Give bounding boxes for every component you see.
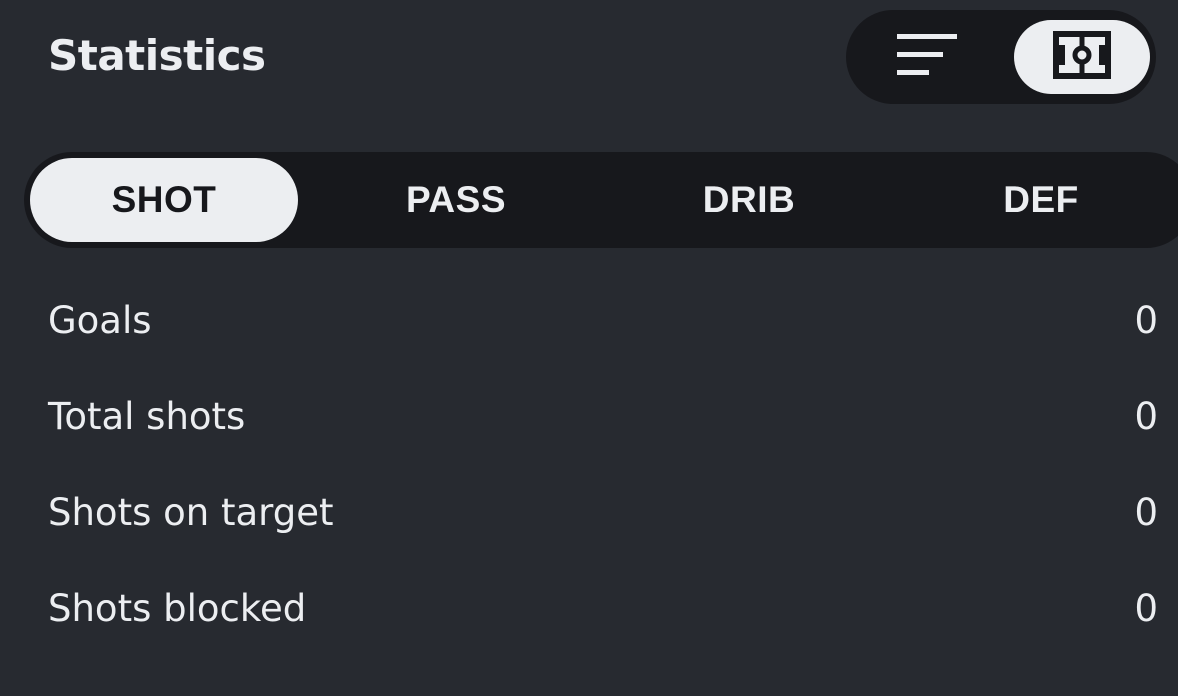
stat-label: Total shots [48, 394, 246, 438]
stat-label: Shots blocked [48, 586, 307, 630]
stat-value: 0 [1134, 298, 1158, 342]
tab-def[interactable]: DEF [907, 158, 1175, 242]
stat-category-tabs: SHOT PASS DRIB DEF [24, 152, 1178, 248]
tab-drib[interactable]: DRIB [615, 158, 883, 242]
pitch-icon [1053, 31, 1111, 83]
pitch-view-button[interactable] [1014, 20, 1150, 94]
page-title: Statistics [48, 31, 266, 80]
list-view-button[interactable] [858, 18, 998, 96]
stat-row-shots-on-target: Shots on target 0 [48, 464, 1158, 560]
tab-pass[interactable]: PASS [322, 158, 590, 242]
list-icon [897, 32, 959, 82]
stat-row-total-shots: Total shots 0 [48, 368, 1158, 464]
stat-label: Goals [48, 298, 152, 342]
statistics-panel: Statistics SHOT PASS DRIB DEF Goals 0 To… [0, 0, 1178, 696]
stat-row-shots-blocked: Shots blocked 0 [48, 560, 1158, 656]
stat-value: 0 [1134, 490, 1158, 534]
view-toggle [846, 10, 1156, 104]
stat-value: 0 [1134, 394, 1158, 438]
stat-row-goals: Goals 0 [48, 272, 1158, 368]
stats-list: Goals 0 Total shots 0 Shots on target 0 … [48, 272, 1158, 656]
stat-label: Shots on target [48, 490, 334, 534]
tab-shot[interactable]: SHOT [30, 158, 298, 242]
stat-value: 0 [1134, 586, 1158, 630]
